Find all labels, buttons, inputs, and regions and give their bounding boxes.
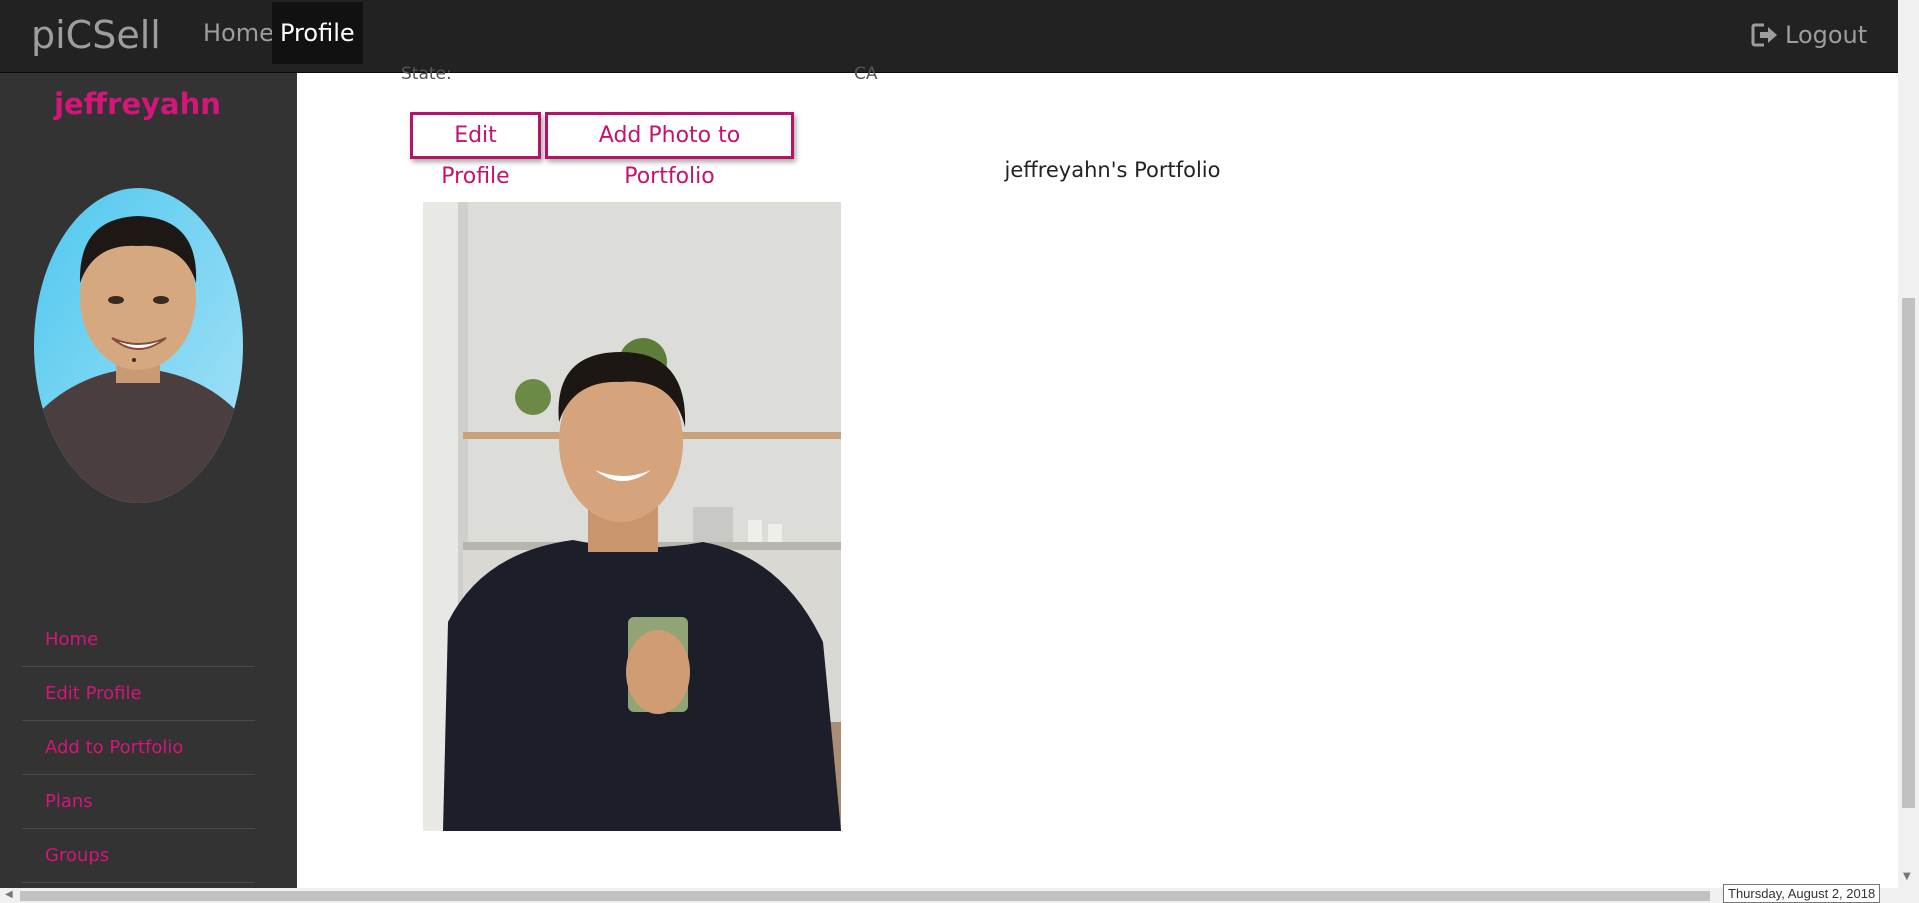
sidebar-item-add-to-portfolio[interactable]: Add to Portfolio (22, 721, 255, 775)
state-value: CA (854, 64, 878, 84)
add-photo-button[interactable]: Add Photo to Portfolio (545, 112, 794, 189)
avatar (34, 188, 243, 503)
portfolio-title: jeffreyahn's Portfolio (1004, 158, 1221, 182)
logout-link[interactable]: Logout (1751, 17, 1867, 53)
sidebar-username: jeffreyahn (54, 87, 221, 121)
vertical-scrollbar[interactable]: ▼ (1898, 0, 1919, 888)
sidebar-item-edit-profile[interactable]: Edit Profile (22, 667, 255, 721)
nav-link-home[interactable]: Home (195, 2, 282, 64)
logout-icon (1751, 22, 1779, 48)
state-label: State: (401, 64, 452, 84)
vertical-scroll-thumb[interactable] (1902, 298, 1915, 808)
sidebar-menu: Home Edit Profile Add to Portfolio Plans… (22, 613, 255, 883)
nav-link-profile[interactable]: Profile (272, 2, 363, 64)
edit-profile-button[interactable]: Edit Profile (410, 112, 541, 189)
sidebar: jeffreyahn Home Edit Profile Add to Port… (0, 73, 297, 888)
horizontal-scrollbar[interactable]: ◀ (0, 888, 1919, 903)
portfolio-photo[interactable] (423, 202, 841, 831)
horizontal-scroll-thumb[interactable] (20, 891, 1710, 901)
top-navbar: piCSell Home Profile Logout (0, 0, 1898, 73)
sidebar-item-home[interactable]: Home (22, 613, 255, 667)
brand-logo[interactable]: piCSell (31, 13, 161, 57)
sidebar-item-plans[interactable]: Plans (22, 775, 255, 829)
sidebar-item-groups[interactable]: Groups (22, 829, 255, 883)
logout-label: Logout (1785, 21, 1868, 49)
chevron-down-icon[interactable]: ▼ (1903, 871, 1911, 882)
chevron-left-icon[interactable]: ◀ (5, 889, 13, 900)
date-tooltip: Thursday, August 2, 2018 (1723, 884, 1881, 903)
